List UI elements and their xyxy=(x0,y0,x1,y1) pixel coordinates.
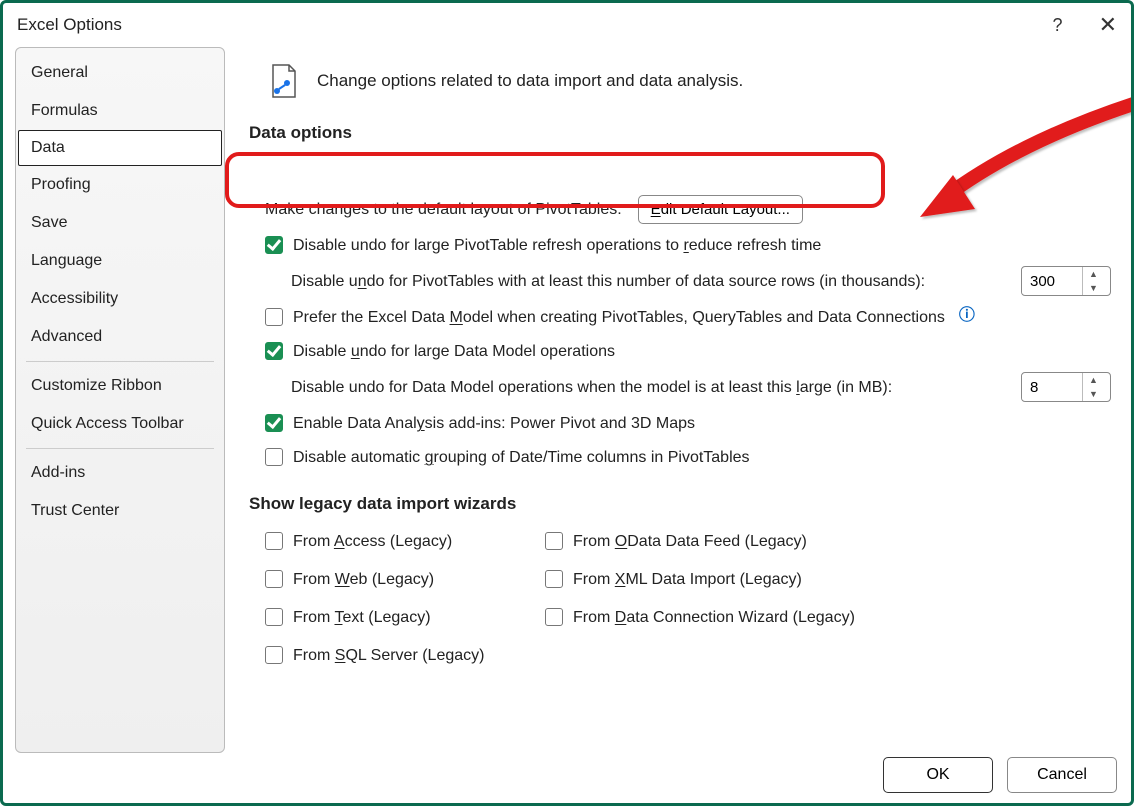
rows-threshold-row: Disable undo for PivotTables with at lea… xyxy=(291,266,1111,296)
window-title: Excel Options xyxy=(17,15,122,35)
sidebar-item-save[interactable]: Save xyxy=(16,204,224,242)
sidebar-item-quick-access-toolbar[interactable]: Quick Access Toolbar xyxy=(16,405,224,443)
disable-undo-model-label: Disable undo for large Data Model operat… xyxy=(293,338,615,364)
rows-threshold-spinner[interactable]: ▲▼ xyxy=(1021,266,1111,296)
disable-undo-refresh-label: Disable undo for large PivotTable refres… xyxy=(293,232,821,258)
rows-threshold-input[interactable] xyxy=(1022,269,1082,294)
legacy-wizards-grid: From Access (Legacy) From OData Data Fee… xyxy=(265,528,1111,668)
sidebar-item-proofing[interactable]: Proofing xyxy=(16,166,224,204)
disable-autogroup-row: Disable automatic grouping of Date/Time … xyxy=(265,444,1111,470)
disable-autogroup-checkbox[interactable] xyxy=(265,448,283,466)
edit-default-layout-button[interactable]: Edit Default Layout... xyxy=(638,195,803,224)
sidebar-item-general[interactable]: General xyxy=(16,54,224,92)
spin-up-icon[interactable]: ▲ xyxy=(1083,373,1104,387)
cancel-button[interactable]: Cancel xyxy=(1007,757,1117,793)
legacy-sql-label: From SQL Server (Legacy) xyxy=(293,642,484,668)
legacy-web-checkbox[interactable] xyxy=(265,570,283,588)
legacy-text-label: From Text (Legacy) xyxy=(293,604,431,630)
legacy-wizard-label: From Data Connection Wizard (Legacy) xyxy=(573,604,855,630)
model-mb-label: Disable undo for Data Model operations w… xyxy=(291,374,892,400)
intro-text: Change options related to data import an… xyxy=(317,71,743,91)
legacy-access-label: From Access (Legacy) xyxy=(293,528,452,554)
sidebar-item-accessibility[interactable]: Accessibility xyxy=(16,280,224,318)
sidebar-item-formulas[interactable]: Formulas xyxy=(16,92,224,130)
legacy-xml-row: From XML Data Import (Legacy) xyxy=(545,566,885,592)
pivot-layout-label: Make changes to the default layout of Pi… xyxy=(265,198,622,222)
legacy-wizard-checkbox[interactable] xyxy=(545,608,563,626)
legacy-web-row: From Web (Legacy) xyxy=(265,566,525,592)
legacy-xml-checkbox[interactable] xyxy=(545,570,563,588)
close-icon[interactable]: ✕ xyxy=(1099,12,1117,38)
data-page-icon xyxy=(269,63,299,99)
legacy-odata-label: From OData Data Feed (Legacy) xyxy=(573,528,807,554)
enable-addins-label: Enable Data Analysis add-ins: Power Pivo… xyxy=(293,410,695,436)
legacy-sql-checkbox[interactable] xyxy=(265,646,283,664)
legacy-access-checkbox[interactable] xyxy=(265,532,283,550)
separator xyxy=(26,361,214,362)
model-mb-row: Disable undo for Data Model operations w… xyxy=(291,372,1111,402)
prefer-model-label: Prefer the Excel Data Model when creatin… xyxy=(293,304,945,330)
legacy-sql-row: From SQL Server (Legacy) xyxy=(265,642,525,668)
model-mb-input[interactable] xyxy=(1022,375,1082,400)
disable-undo-model-row: Disable undo for large Data Model operat… xyxy=(265,338,1111,364)
sidebar-item-language[interactable]: Language xyxy=(16,242,224,280)
titlebar: Excel Options ? ✕ xyxy=(3,3,1131,39)
spin-up-icon[interactable]: ▲ xyxy=(1083,267,1104,281)
legacy-web-label: From Web (Legacy) xyxy=(293,566,434,592)
legacy-odata-row: From OData Data Feed (Legacy) xyxy=(545,528,885,554)
sidebar-item-advanced[interactable]: Advanced xyxy=(16,318,224,356)
enable-addins-checkbox[interactable] xyxy=(265,414,283,432)
help-icon[interactable]: ? xyxy=(1053,15,1063,36)
sidebar-item-customize-ribbon[interactable]: Customize Ribbon xyxy=(16,367,224,405)
category-sidebar: General Formulas Data Proofing Save Lang… xyxy=(15,47,225,753)
disable-undo-model-checkbox[interactable] xyxy=(265,342,283,360)
intro-row: Change options related to data import an… xyxy=(269,63,1111,99)
sidebar-item-data[interactable]: Data xyxy=(18,130,222,166)
disable-undo-refresh-checkbox[interactable] xyxy=(265,236,283,254)
prefer-model-row: Prefer the Excel Data Model when creatin… xyxy=(265,304,1111,330)
rows-threshold-label: Disable undo for PivotTables with at lea… xyxy=(291,268,925,294)
dialog-footer: OK Cancel xyxy=(883,757,1117,793)
separator xyxy=(26,448,214,449)
section-data-options: Data options xyxy=(249,123,1111,143)
sidebar-item-addins[interactable]: Add-ins xyxy=(16,454,224,492)
legacy-access-row: From Access (Legacy) xyxy=(265,528,525,554)
disable-undo-refresh-row: Disable undo for large PivotTable refres… xyxy=(265,232,1111,258)
spin-down-icon[interactable]: ▼ xyxy=(1083,281,1104,295)
legacy-xml-label: From XML Data Import (Legacy) xyxy=(573,566,802,592)
legacy-text-checkbox[interactable] xyxy=(265,608,283,626)
pivot-layout-row: Make changes to the default layout of Pi… xyxy=(265,195,1111,224)
disable-autogroup-label: Disable automatic grouping of Date/Time … xyxy=(293,444,750,470)
sidebar-item-trust-center[interactable]: Trust Center xyxy=(16,492,224,530)
prefer-model-checkbox[interactable] xyxy=(265,308,283,326)
section-legacy-wizards: Show legacy data import wizards xyxy=(249,494,1111,514)
dialog-window: Excel Options ? ✕ General Formulas Data … xyxy=(0,0,1134,806)
main-pane: Change options related to data import an… xyxy=(225,47,1119,753)
enable-addins-row: Enable Data Analysis add-ins: Power Pivo… xyxy=(265,410,1111,436)
spin-down-icon[interactable]: ▼ xyxy=(1083,387,1104,401)
legacy-text-row: From Text (Legacy) xyxy=(265,604,525,630)
model-mb-spinner[interactable]: ▲▼ xyxy=(1021,372,1111,402)
legacy-odata-checkbox[interactable] xyxy=(545,532,563,550)
ok-button[interactable]: OK xyxy=(883,757,993,793)
legacy-wizard-row: From Data Connection Wizard (Legacy) xyxy=(545,604,885,630)
info-icon[interactable]: ⓘ xyxy=(955,304,979,328)
